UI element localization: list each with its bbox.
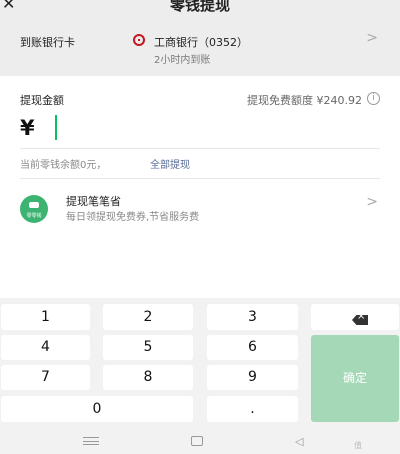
key-8[interactable]: 8 (103, 365, 193, 390)
chevron-right-icon[interactable]: > (366, 194, 378, 210)
bank-card-row[interactable]: 到账银行卡 工商银行（0352） 2小时内到账 > (0, 16, 400, 76)
currency-symbol: ¥ (20, 116, 35, 140)
numeric-keypad: 1 2 3 4 5 6 7 8 9 确定 0 . (0, 298, 400, 426)
promo-title[interactable]: 提现笔笔省 (66, 193, 121, 209)
backspace-icon (352, 315, 368, 325)
home-icon[interactable] (191, 436, 203, 446)
promo-icon-text: 零零钱 (26, 213, 42, 219)
amount-input-cursor[interactable] (55, 115, 57, 140)
key-9[interactable]: 9 (207, 365, 298, 390)
free-quota-text: 提现免费额度 ¥240.92 (247, 94, 362, 107)
key-0[interactable]: 0 (1, 396, 193, 422)
more-icon[interactable]: ··· (378, 0, 394, 8)
confirm-button[interactable]: 确定 (311, 335, 399, 422)
promo-subtitle: 每日领提现免费券,节省服务费 (66, 212, 200, 223)
key-1[interactable]: 1 (1, 304, 90, 330)
divider (20, 148, 380, 149)
key-5[interactable]: 5 (103, 335, 193, 360)
system-nav-bar: ◁ 值 (0, 426, 400, 454)
backspace-key[interactable] (311, 304, 399, 330)
coin-wallet-icon: 零零钱 (20, 195, 48, 223)
chevron-right-icon: > (366, 30, 378, 46)
key-2[interactable]: 2 (103, 304, 193, 330)
balance-text: 当前零钱余额0元， (20, 160, 107, 171)
arrival-time: 2小时内到账 (154, 55, 211, 66)
key-4[interactable]: 4 (1, 335, 90, 360)
page-title: 零钱提现 (169, 0, 230, 14)
key-7[interactable]: 7 (1, 365, 90, 390)
bank-card-label: 到账银行卡 (20, 36, 75, 49)
top-bar: ✕ 零钱提现 ··· (0, 0, 400, 16)
key-6[interactable]: 6 (207, 335, 298, 360)
icbc-logo-icon (133, 34, 145, 46)
withdraw-card: 提现金额 提现免费额度 ¥240.92 i ¥ 当前零钱余额0元， 全部提现 零… (0, 76, 400, 298)
menu-icon[interactable] (83, 437, 99, 445)
key-decimal[interactable]: . (207, 396, 298, 422)
bank-name: 工商银行（0352） (154, 36, 248, 49)
info-icon[interactable]: i (367, 92, 380, 105)
key-3[interactable]: 3 (207, 304, 298, 330)
divider (20, 178, 380, 179)
watermark: 值 (354, 441, 362, 450)
amount-label: 提现金额 (20, 94, 64, 107)
back-triangle-icon[interactable]: ◁ (295, 435, 303, 448)
withdraw-all-link[interactable]: 全部提现 (150, 156, 190, 171)
